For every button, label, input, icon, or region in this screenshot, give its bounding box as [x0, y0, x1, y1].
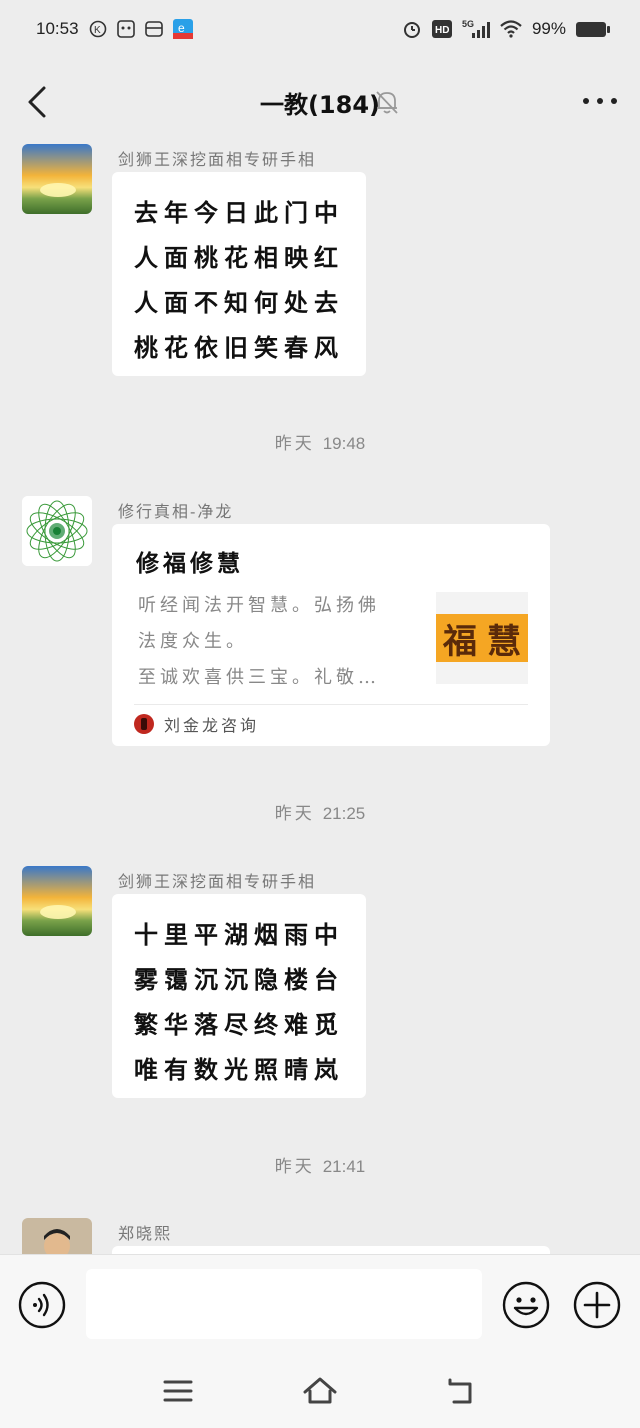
card-desc-line: 听经闻法开智慧。弘扬佛 — [138, 595, 380, 616]
avatar[interactable] — [22, 1218, 92, 1254]
emoji-icon — [502, 1281, 550, 1329]
source-name: 刘金龙咨询 — [164, 716, 260, 735]
back-nav-button[interactable] — [444, 1374, 480, 1408]
card-desc-line: 法度众生。 — [138, 631, 248, 652]
poem-line: 雾霭沉沉隐楼台 — [134, 965, 344, 994]
sender-name: 郑晓熙 — [118, 1224, 173, 1243]
svg-text:HD: HD — [435, 25, 449, 36]
poem-line: 繁华落尽终难觅 — [134, 1010, 344, 1039]
message-input[interactable] — [86, 1269, 482, 1339]
card-source: 刘金龙咨询 — [134, 712, 259, 736]
poem-line: 唯有数光照晴岚 — [134, 1055, 344, 1084]
message-bubble[interactable]: 去年今日此门中 人面桃花相映红 人面不知何处去 桃花依旧笑春风 — [112, 172, 366, 376]
browser-app-icon: e — [172, 19, 193, 39]
k-app-icon: K — [89, 20, 107, 38]
battery-percent: 99% — [531, 19, 566, 38]
kid-app-icon — [116, 20, 135, 38]
poem-line: 桃花依旧笑春风 — [134, 333, 344, 362]
home-icon — [303, 1377, 337, 1404]
sender-name: 剑狮王深挖面相专研手相 — [118, 150, 317, 169]
poem-line: 十里平湖烟雨中 — [134, 920, 344, 949]
svg-text:5G: 5G — [462, 19, 474, 29]
time-separator: 昨天 21:41 — [0, 1152, 640, 1177]
avatar[interactable] — [22, 496, 92, 566]
status-left: 10:53 K e — [36, 19, 193, 39]
time-separator: 昨天 21:25 — [0, 799, 640, 824]
more-dots-icon — [583, 98, 617, 104]
poem-line: 人面桃花相映红 — [134, 243, 344, 272]
sender-name: 修行真相-净龙 — [118, 502, 234, 521]
svg-text:K: K — [94, 25, 101, 36]
emoji-button[interactable] — [502, 1281, 550, 1329]
source-logo-icon — [134, 714, 154, 734]
avatar[interactable] — [22, 144, 92, 214]
svg-text:e: e — [178, 21, 185, 35]
clock: 10:53 — [36, 19, 79, 38]
sender-name: 剑狮王深挖面相专研手相 — [118, 872, 317, 891]
voice-icon — [18, 1281, 66, 1329]
card-app-icon — [144, 20, 163, 38]
chat-area[interactable]: 剑狮王深挖面相专研手相 去年今日此门中 人面桃花相映红 人面不知何处去 桃花依旧… — [0, 144, 640, 1254]
thumb-char: 慧 — [487, 621, 521, 662]
nav-bar: 一教(184) — [0, 58, 640, 144]
hd-icon: HD — [431, 20, 452, 38]
more-functions-button[interactable] — [573, 1281, 621, 1329]
input-bar — [0, 1254, 640, 1354]
card-thumbnail: 福慧 — [436, 592, 528, 684]
card-divider — [134, 704, 528, 705]
plus-icon — [573, 1281, 621, 1329]
thumb-char: 福 — [443, 621, 477, 662]
home-button[interactable] — [302, 1374, 338, 1408]
status-right: HD 5G 99% — [402, 19, 610, 39]
voice-button[interactable] — [18, 1281, 66, 1329]
more-button[interactable] — [580, 86, 620, 116]
card-desc-line: 至诚欢喜供三宝。礼敬… — [138, 667, 380, 688]
thumbnail-image: 福慧 — [436, 614, 528, 662]
mute-bell-icon — [374, 88, 400, 120]
chat-title: 一教(184) — [259, 91, 381, 119]
time-day: 昨天 — [274, 1157, 315, 1177]
time-clock: 21:25 — [322, 804, 366, 823]
system-nav-bar — [0, 1354, 640, 1428]
recent-apps-button[interactable] — [160, 1374, 196, 1408]
card-description: 听经闻法开智慧。弘扬佛 法度众生。 至诚欢喜供三宝。礼敬… — [138, 588, 418, 696]
time-clock: 21:41 — [322, 1157, 366, 1176]
status-bar: 10:53 K e HD 5G 99% — [0, 0, 640, 58]
message-bubble[interactable] — [112, 1246, 550, 1254]
wifi-icon — [500, 20, 522, 38]
time-day: 昨天 — [274, 804, 315, 824]
battery-icon — [576, 21, 610, 37]
time-day: 昨天 — [274, 434, 315, 454]
link-card[interactable]: 修福修慧 听经闻法开智慧。弘扬佛 法度众生。 至诚欢喜供三宝。礼敬… 福慧 刘金… — [112, 524, 550, 746]
avatar[interactable] — [22, 866, 92, 936]
poem-line: 人面不知何处去 — [134, 288, 344, 317]
alarm-icon — [402, 19, 422, 39]
signal-icon: 5G — [462, 19, 490, 39]
menu-icon — [163, 1380, 193, 1402]
poem-line: 去年今日此门中 — [134, 198, 344, 227]
time-clock: 19:48 — [322, 434, 366, 453]
card-title: 修福修慧 — [136, 550, 244, 577]
time-separator: 昨天 19:48 — [0, 429, 640, 454]
message-bubble[interactable]: 十里平湖烟雨中 雾霭沉沉隐楼台 繁华落尽终难觅 唯有数光照晴岚 — [112, 894, 366, 1098]
return-icon — [448, 1378, 472, 1404]
